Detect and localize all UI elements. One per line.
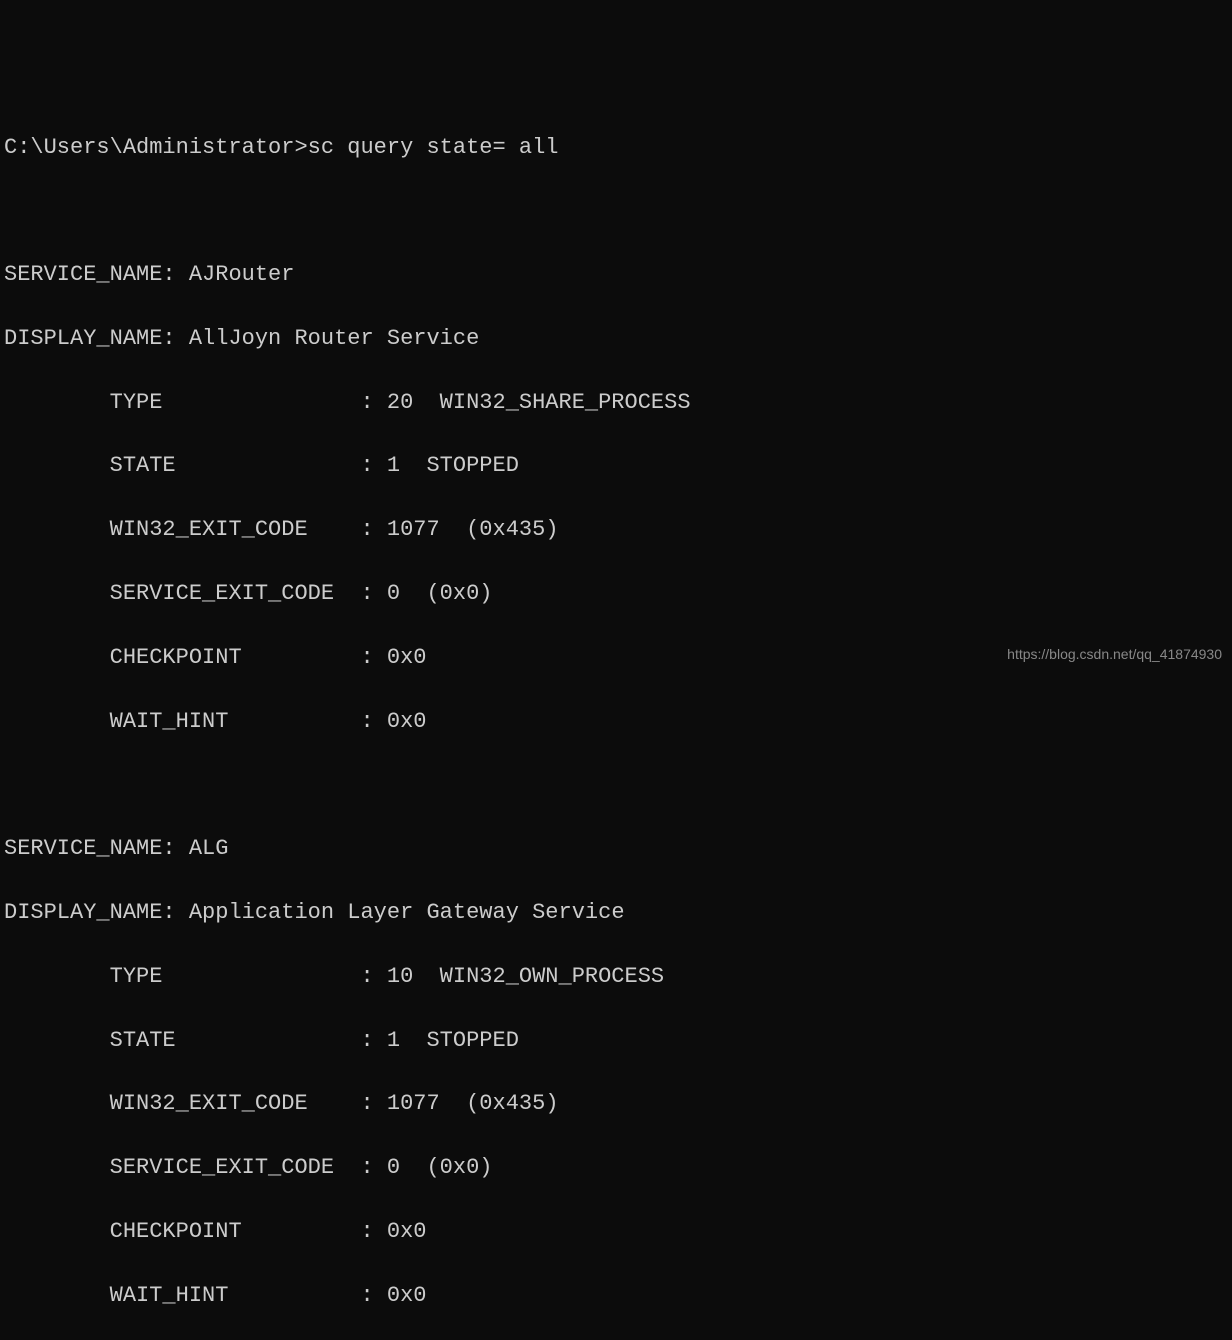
field-value: 20 WIN32_SHARE_PROCESS	[387, 390, 691, 415]
field-value: 0x0	[387, 1219, 427, 1244]
field-value: 1077 (0x435)	[387, 517, 559, 542]
field-label: WIN32_EXIT_CODE	[110, 517, 308, 542]
field-label: STATE	[110, 453, 176, 478]
blank-line	[4, 769, 1232, 801]
service-name-line: SERVICE_NAME: ALG	[4, 833, 1232, 865]
field-label: WAIT_HINT	[110, 1283, 229, 1308]
field-line: WIN32_EXIT_CODE : 1077 (0x435)	[4, 1088, 1232, 1120]
field-label: STATE	[110, 1028, 176, 1053]
field-line: STATE : 1 STOPPED	[4, 450, 1232, 482]
field-value: 0x0	[387, 645, 427, 670]
display-name-line: DISPLAY_NAME: Application Layer Gateway …	[4, 897, 1232, 929]
field-line: STATE : 1 STOPPED	[4, 1025, 1232, 1057]
field-line: TYPE : 10 WIN32_OWN_PROCESS	[4, 961, 1232, 993]
field-value: 0x0	[387, 1283, 427, 1308]
display-name-label: DISPLAY_NAME:	[4, 900, 176, 925]
watermark-text: https://blog.csdn.net/qq_41874930	[1007, 644, 1222, 664]
display-name-line: DISPLAY_NAME: AllJoyn Router Service	[4, 323, 1232, 355]
field-label: CHECKPOINT	[110, 1219, 242, 1244]
field-value: 0 (0x0)	[387, 581, 493, 606]
service-name-label: SERVICE_NAME:	[4, 836, 176, 861]
field-value: 1 STOPPED	[387, 1028, 519, 1053]
field-value: 1 STOPPED	[387, 453, 519, 478]
service-name-value: AJRouter	[189, 262, 295, 287]
display-name-value: AllJoyn Router Service	[189, 326, 479, 351]
field-label: SERVICE_EXIT_CODE	[110, 581, 334, 606]
field-value: 10 WIN32_OWN_PROCESS	[387, 964, 664, 989]
field-value: 0 (0x0)	[387, 1155, 493, 1180]
field-line: WIN32_EXIT_CODE : 1077 (0x435)	[4, 514, 1232, 546]
field-line: SERVICE_EXIT_CODE : 0 (0x0)	[4, 1152, 1232, 1184]
field-label: TYPE	[110, 964, 163, 989]
service-name-label: SERVICE_NAME:	[4, 262, 176, 287]
field-label: WIN32_EXIT_CODE	[110, 1091, 308, 1116]
field-label: SERVICE_EXIT_CODE	[110, 1155, 334, 1180]
display-name-label: DISPLAY_NAME:	[4, 326, 176, 351]
blank-line	[4, 195, 1232, 227]
command-prompt-line: C:\Users\Administrator>sc query state= a…	[4, 132, 1232, 164]
service-name-value: ALG	[189, 836, 229, 861]
field-line: WAIT_HINT : 0x0	[4, 706, 1232, 738]
command-text: sc query state= all	[308, 135, 559, 160]
field-label: TYPE	[110, 390, 163, 415]
field-line: WAIT_HINT : 0x0	[4, 1280, 1232, 1312]
field-line: TYPE : 20 WIN32_SHARE_PROCESS	[4, 387, 1232, 419]
field-label: CHECKPOINT	[110, 645, 242, 670]
field-value: 0x0	[387, 709, 427, 734]
service-name-line: SERVICE_NAME: AJRouter	[4, 259, 1232, 291]
field-value: 1077 (0x435)	[387, 1091, 559, 1116]
display-name-value: Application Layer Gateway Service	[189, 900, 625, 925]
prompt-path: C:\Users\Administrator>	[4, 135, 308, 160]
field-line: SERVICE_EXIT_CODE : 0 (0x0)	[4, 578, 1232, 610]
field-label: WAIT_HINT	[110, 709, 229, 734]
field-line: CHECKPOINT : 0x0	[4, 1216, 1232, 1248]
